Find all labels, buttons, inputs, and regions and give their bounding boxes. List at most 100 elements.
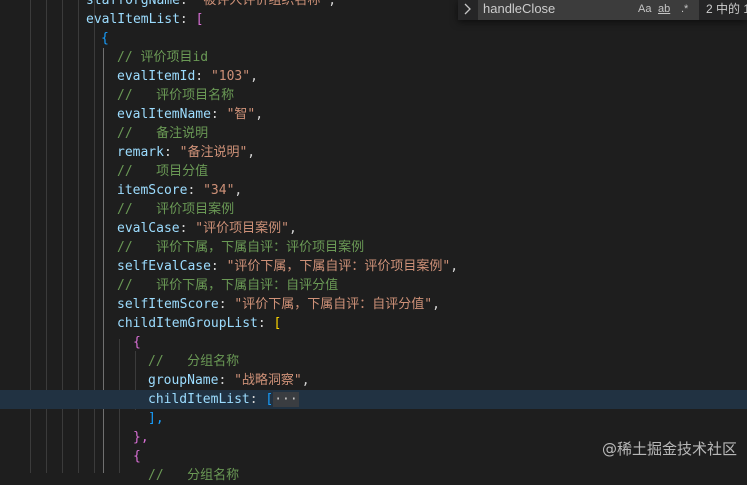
code-token: [	[195, 12, 204, 27]
code-token: childItemGroupList	[117, 316, 258, 331]
code-line[interactable]: // 评价项目案例	[0, 200, 747, 219]
code-line-text: evalItemId: "103",	[117, 67, 258, 86]
code-token: // 评价下属，下属自评：评价项目案例	[117, 240, 365, 255]
code-line-text: // 分组名称	[148, 352, 239, 371]
code-token: // 评价项目案例	[117, 202, 235, 217]
code-line[interactable]: // 项目分值	[0, 162, 747, 181]
code-token: :	[179, 12, 196, 27]
chevron-right-icon[interactable]	[462, 2, 474, 16]
code-line[interactable]: // 备注说明	[0, 124, 747, 143]
code-line-text: {	[133, 447, 141, 466]
code-token: ,	[234, 183, 243, 198]
code-token: "评价下属，下属自评：自评分值"	[234, 297, 433, 312]
code-line-text: childItemGroupList: [	[117, 314, 281, 333]
code-line-text: // 评价下属，下属自评：自评分值	[117, 276, 338, 295]
code-token: ,	[450, 259, 459, 274]
code-token: selfItemScore	[117, 297, 219, 312]
code-token: ,	[250, 69, 258, 84]
code-token: [	[273, 316, 282, 331]
code-token: "被评人评价组织名称"	[195, 0, 329, 8]
code-token: remark	[117, 145, 164, 160]
code-token: "评价下属，下属自评：评价项目案例"	[226, 259, 451, 274]
code-token: "34"	[203, 183, 235, 198]
find-input[interactable]: handleClose Aa ab .*	[478, 0, 699, 20]
code-token: ,	[255, 107, 264, 122]
code-line-text: selfEvalCase: "评价下属，下属自评：评价项目案例",	[117, 257, 458, 276]
code-line[interactable]: selfEvalCase: "评价下属，下属自评：评价项目案例",	[0, 257, 747, 276]
code-line[interactable]: // 分组名称	[0, 466, 747, 485]
code-token: "智"	[226, 107, 256, 122]
code-editor[interactable]: staffOrgName: "被评人评价组织名称", evalItemList: …	[0, 0, 747, 483]
code-token: :	[249, 392, 266, 407]
code-token: // 评价项目id	[117, 50, 209, 65]
code-token: ,	[432, 297, 440, 312]
code-token: // 项目分值	[117, 164, 209, 179]
code-line-text: // 评价项目案例	[117, 200, 234, 219]
code-token: :	[195, 69, 211, 84]
code-line-text: // 备注说明	[117, 124, 208, 143]
code-line-text: {	[101, 29, 109, 48]
code-line[interactable]: selfItemScore: "评价下属，下属自评：自评分值",	[0, 295, 747, 314]
code-line[interactable]: // 评价项目名称	[0, 86, 747, 105]
code-line-text: itemScore: "34",	[117, 181, 242, 200]
code-token: :	[210, 259, 227, 274]
watermark: @稀土掘金技术社区	[601, 440, 737, 458]
code-line[interactable]: // 评价项目id	[0, 48, 747, 67]
code-line[interactable]: // 分组名称	[0, 352, 747, 371]
code-line[interactable]: {	[0, 333, 747, 352]
code-line[interactable]: groupName: "战略洞察",	[0, 371, 747, 390]
code-token: :	[179, 0, 196, 8]
code-token: :	[210, 107, 227, 122]
code-token: "备注说明"	[179, 145, 248, 160]
code-token: :	[257, 316, 274, 331]
code-line-text: },	[133, 428, 149, 447]
code-line[interactable]: // 评价下属，下属自评：自评分值	[0, 276, 747, 295]
code-token: evalItemName	[117, 107, 211, 122]
code-token: // 评价下属，下属自评：自评分值	[117, 278, 339, 293]
code-token: ,	[301, 373, 310, 388]
code-line-text: staffOrgName: "被评人评价组织名称",	[86, 0, 336, 10]
regex-icon[interactable]: .*	[681, 0, 688, 18]
code-token: evalCase	[117, 221, 180, 236]
whole-word-icon[interactable]: ab	[658, 0, 670, 18]
code-line[interactable]: {	[0, 29, 747, 48]
code-token: ,	[328, 0, 337, 8]
code-line[interactable]: childItemList: [···	[0, 390, 747, 409]
code-line-text: evalCase: "评价项目案例",	[117, 219, 297, 238]
code-line-text: // 评价项目名称	[117, 86, 234, 105]
code-line-text: // 分组名称	[148, 466, 239, 485]
code-token: :	[187, 183, 204, 198]
code-line-text: evalItemList: [	[86, 10, 203, 29]
code-line[interactable]: childItemGroupList: [	[0, 314, 747, 333]
code-token: ,	[288, 221, 297, 236]
code-line[interactable]: ],	[0, 409, 747, 428]
code-token: evalItemId	[117, 69, 196, 84]
code-line[interactable]: // 评价下属，下属自评：评价项目案例	[0, 238, 747, 257]
code-token: staffOrgName	[86, 0, 180, 8]
match-count: 2 中的 1	[706, 2, 747, 16]
code-token: evalItemList	[86, 12, 180, 27]
code-token: itemScore	[117, 183, 188, 198]
folded-region-ellipsis[interactable]: ···	[273, 392, 299, 407]
code-token: {	[133, 335, 141, 350]
code-line[interactable]: itemScore: "34",	[0, 181, 747, 200]
code-line-text: childItemList: [···	[148, 390, 299, 409]
code-token: "战略洞察"	[234, 373, 302, 388]
code-token: groupName	[148, 373, 219, 388]
code-line[interactable]: evalItemId: "103",	[0, 67, 747, 86]
code-line[interactable]: remark: "备注说明",	[0, 143, 747, 162]
code-token: :	[179, 221, 196, 236]
find-widget: handleClose Aa ab .* 2 中的 1	[458, 0, 747, 20]
code-token: // 分组名称	[148, 468, 240, 483]
code-token: ],	[148, 411, 164, 426]
code-token: "103"	[210, 69, 251, 84]
code-token: selfEvalCase	[117, 259, 211, 274]
code-token: :	[218, 297, 235, 312]
code-line[interactable]: evalCase: "评价项目案例",	[0, 219, 747, 238]
code-line[interactable]: evalItemName: "智",	[0, 105, 747, 124]
code-token: // 分组名称	[148, 354, 240, 369]
code-line-text: ],	[148, 409, 164, 428]
code-line-text: selfItemScore: "评价下属，下属自评：自评分值",	[117, 295, 440, 314]
match-case-icon[interactable]: Aa	[638, 0, 651, 18]
code-token: },	[133, 430, 149, 445]
